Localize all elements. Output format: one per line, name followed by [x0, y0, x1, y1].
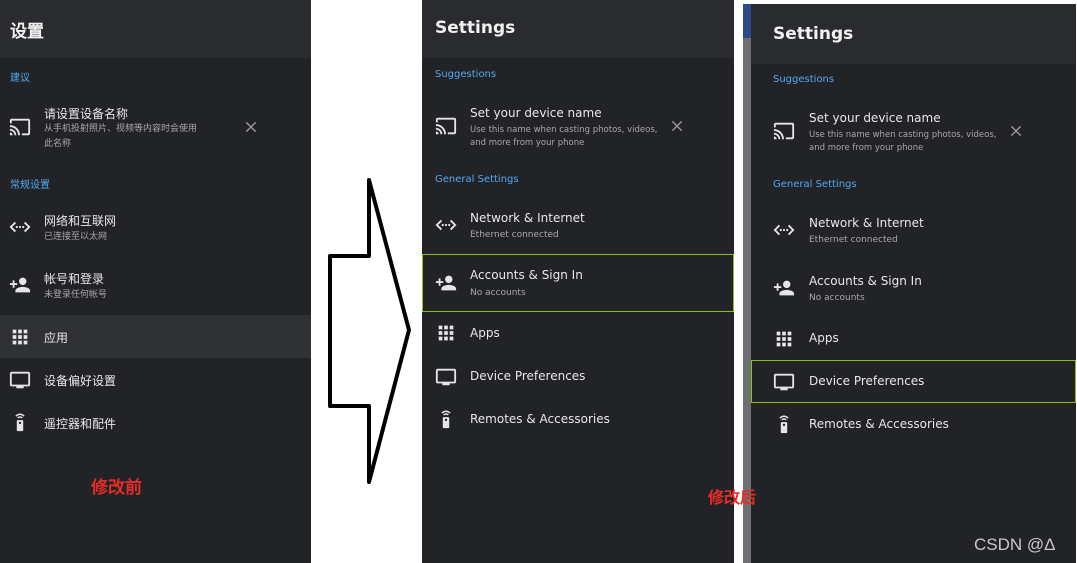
cast-icon — [773, 122, 795, 140]
network-icon — [9, 221, 31, 233]
apps-grid-icon — [12, 329, 28, 345]
settings-header: 设置 — [0, 0, 311, 58]
remote-icon — [779, 415, 789, 434]
settings-panel-after: Settings Suggestions Set your device nam… — [751, 4, 1076, 563]
settings-title: 设置 — [10, 22, 44, 42]
item-apps[interactable]: Apps — [751, 317, 1076, 360]
settings-panel-before: 设置 建议 请设置设备名称 从手机投射照片、视频等内容时会使用 此名称 常规设置… — [0, 0, 311, 563]
suggestion-subtitle-line2: and more from your phone — [470, 138, 585, 148]
suggestion-subtitle-line2: 此名称 — [44, 139, 72, 149]
item-title: Device Preferences — [809, 374, 925, 388]
suggestion-title: Set your device name — [809, 111, 941, 125]
section-suggestions: Suggestions — [773, 74, 835, 85]
item-subtitle: No accounts — [470, 288, 526, 298]
remote-icon — [15, 413, 25, 432]
suggestion-subtitle-line1: Use this name when casting photos, video… — [809, 130, 997, 140]
close-icon[interactable] — [1009, 124, 1023, 138]
suggestion-device-name[interactable]: Set your device name Use this name when … — [751, 102, 1076, 164]
item-remotes[interactable]: Remotes & Accessories — [751, 403, 1076, 446]
item-accounts[interactable]: 帐号和登录 未登录任何帐号 — [0, 257, 311, 313]
add-person-icon — [9, 277, 31, 293]
section-general: 常规设置 — [10, 180, 50, 191]
item-title: 设备偏好设置 — [44, 374, 117, 388]
item-device-preferences[interactable]: 设备偏好设置 — [0, 358, 311, 401]
close-icon[interactable] — [670, 119, 684, 133]
item-subtitle: No accounts — [809, 293, 865, 303]
arrow-right-icon — [328, 178, 411, 484]
remote-icon — [441, 410, 451, 429]
item-title: 应用 — [44, 331, 69, 345]
item-title: Device Preferences — [470, 369, 586, 383]
cast-icon — [9, 118, 31, 136]
apps-grid-icon — [776, 331, 792, 347]
annotation-before: 修改前 — [91, 478, 142, 498]
item-title: Remotes & Accessories — [470, 412, 610, 426]
section-suggestions: Suggestions — [435, 69, 497, 80]
item-title: Accounts & Sign In — [470, 268, 583, 282]
settings-header: Settings — [751, 4, 1076, 64]
suggestion-device-name[interactable]: Set your device name Use this name when … — [422, 97, 734, 159]
item-title: Network & Internet — [470, 211, 585, 225]
item-remotes[interactable]: Remotes & Accessories — [422, 398, 734, 441]
item-title: Apps — [809, 331, 839, 345]
panel-after-topbar — [743, 4, 751, 38]
tv-icon — [9, 371, 31, 389]
item-apps[interactable]: 应用 — [0, 315, 311, 358]
close-icon[interactable] — [244, 120, 258, 134]
tv-icon — [435, 368, 457, 386]
item-title: 遥控器和配件 — [44, 417, 117, 431]
settings-header: Settings — [422, 0, 734, 58]
item-title: Apps — [470, 326, 500, 340]
section-general: General Settings — [773, 179, 857, 190]
add-person-icon — [773, 280, 795, 296]
item-subtitle: Ethernet connected — [470, 230, 559, 240]
csdn-watermark: CSDN @Δ — [974, 535, 1056, 554]
suggestion-subtitle-line2: and more from your phone — [809, 143, 924, 153]
item-accounts[interactable]: Accounts & Sign In No accounts — [751, 260, 1076, 316]
item-apps[interactable]: Apps — [422, 312, 734, 355]
item-device-preferences[interactable]: Device Preferences — [751, 360, 1076, 403]
item-subtitle: 已连接至以太网 — [44, 232, 108, 242]
cast-icon — [435, 117, 457, 135]
panel-after-edge — [743, 4, 751, 563]
item-device-preferences[interactable]: Device Preferences — [422, 355, 734, 398]
item-accounts[interactable]: Accounts & Sign In No accounts — [422, 254, 734, 312]
tv-icon — [773, 373, 795, 391]
suggestion-subtitle-line1: Use this name when casting photos, video… — [470, 125, 658, 135]
item-title: 帐号和登录 — [44, 272, 105, 286]
item-title: Accounts & Sign In — [809, 274, 922, 288]
apps-grid-icon — [438, 325, 454, 341]
item-remotes[interactable]: 遥控器和配件 — [0, 401, 311, 444]
item-title: Remotes & Accessories — [809, 417, 949, 431]
item-network[interactable]: Network & Internet Ethernet connected — [751, 202, 1076, 258]
suggestion-title: 请设置设备名称 — [44, 107, 129, 121]
item-subtitle: 未登录任何帐号 — [44, 290, 108, 300]
annotation-after: 修改后 — [708, 488, 757, 507]
settings-panel-middle: Settings Suggestions Set your device nam… — [422, 0, 734, 563]
item-network[interactable]: 网络和互联网 已连接至以太网 — [0, 199, 311, 255]
item-subtitle: Ethernet connected — [809, 235, 898, 245]
network-icon — [435, 219, 457, 231]
item-title: Network & Internet — [809, 216, 924, 230]
item-network[interactable]: Network & Internet Ethernet connected — [422, 197, 734, 253]
section-general: General Settings — [435, 174, 519, 185]
suggestion-device-name[interactable]: 请设置设备名称 从手机投射照片、视频等内容时会使用 此名称 — [0, 98, 311, 160]
settings-title: Settings — [773, 24, 854, 44]
network-icon — [773, 224, 795, 236]
section-suggestions: 建议 — [10, 73, 30, 84]
add-person-icon — [435, 275, 457, 291]
suggestion-subtitle-line1: 从手机投射照片、视频等内容时会使用 — [44, 124, 198, 134]
item-title: 网络和互联网 — [44, 214, 117, 228]
settings-title: Settings — [435, 18, 516, 38]
suggestion-title: Set your device name — [470, 106, 602, 120]
